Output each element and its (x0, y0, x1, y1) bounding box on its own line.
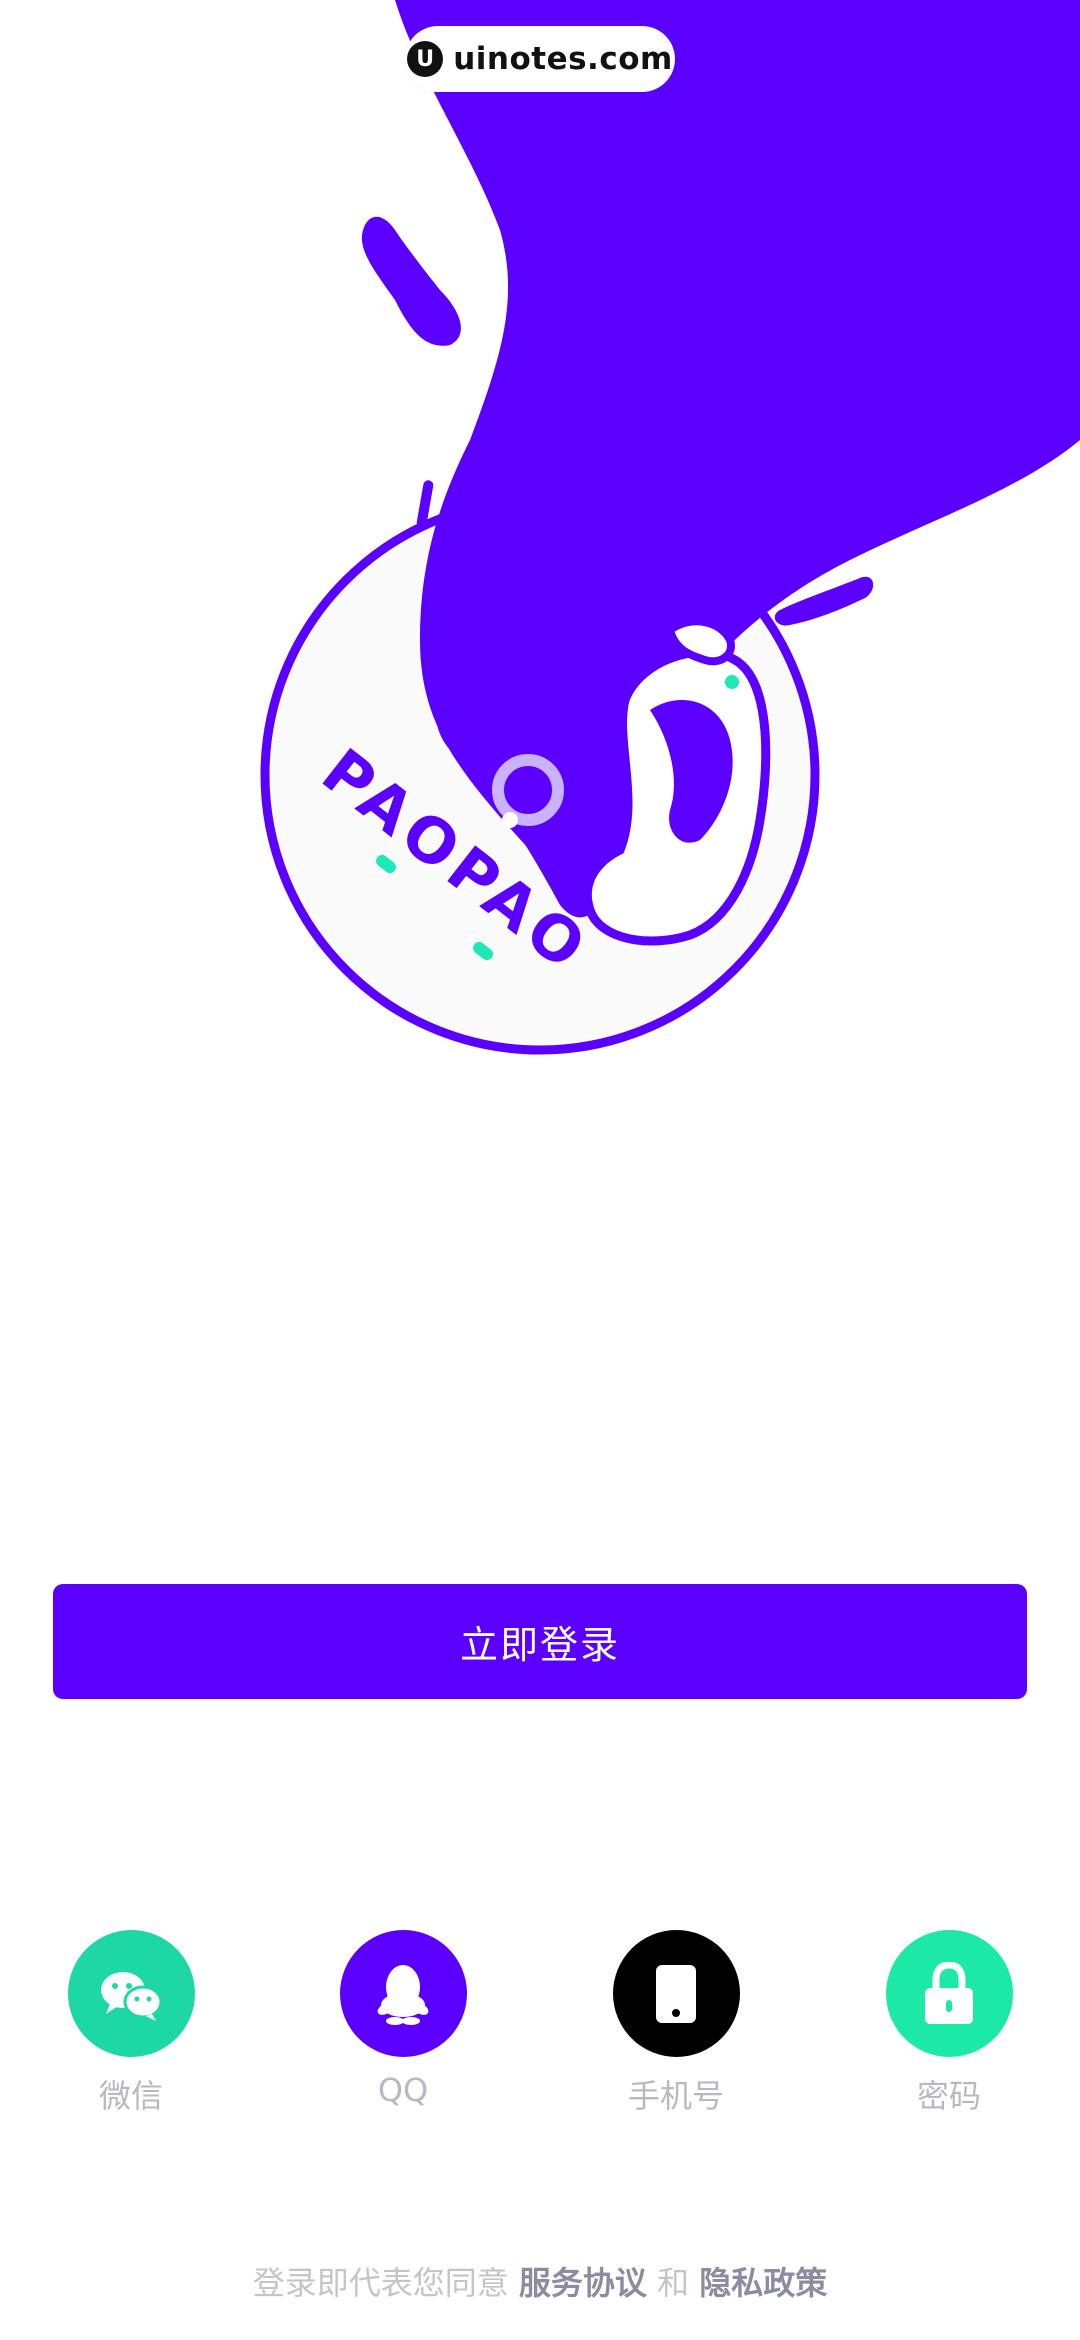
watermark-badge: U uinotes.com (405, 26, 675, 92)
password-login-option[interactable]: 密码 (864, 1930, 1034, 2117)
watermark-text: uinotes.com (453, 41, 673, 77)
agreement-conjunction: 和 (657, 2264, 690, 2302)
hero-illustration: PAOPAO U uinotes.com (0, 0, 1080, 1080)
qq-penguin-icon (339, 1930, 467, 2057)
phone-icon (612, 1930, 740, 2057)
phone-login-option[interactable]: 手机号 (591, 1930, 761, 2117)
privacy-policy-link[interactable]: 隐私政策 (699, 2264, 827, 2302)
qq-login-option[interactable]: QQ (318, 1930, 488, 2109)
qq-label: QQ (377, 2071, 429, 2109)
wechat-icon (67, 1930, 195, 2057)
phone-label: 手机号 (627, 2077, 724, 2115)
service-agreement-link[interactable]: 服务协议 (519, 2264, 647, 2302)
wechat-login-option[interactable]: 微信 (46, 1930, 216, 2117)
lock-icon (885, 1930, 1013, 2057)
password-label: 密码 (916, 2077, 981, 2115)
wechat-label: 微信 (98, 2077, 163, 2115)
login-methods: 微信 QQ 手机号 密码 (0, 1930, 1080, 2130)
login-button[interactable]: 立即登录 (53, 1584, 1027, 1699)
uinotes-logo-icon: U (407, 41, 444, 77)
agreement-text: 登录即代表您同意 服务协议 和 隐私政策 (0, 2258, 1080, 2304)
paopao-logo: PAOPAO (260, 0, 1080, 1055)
agreement-prefix: 登录即代表您同意 (252, 2264, 509, 2302)
